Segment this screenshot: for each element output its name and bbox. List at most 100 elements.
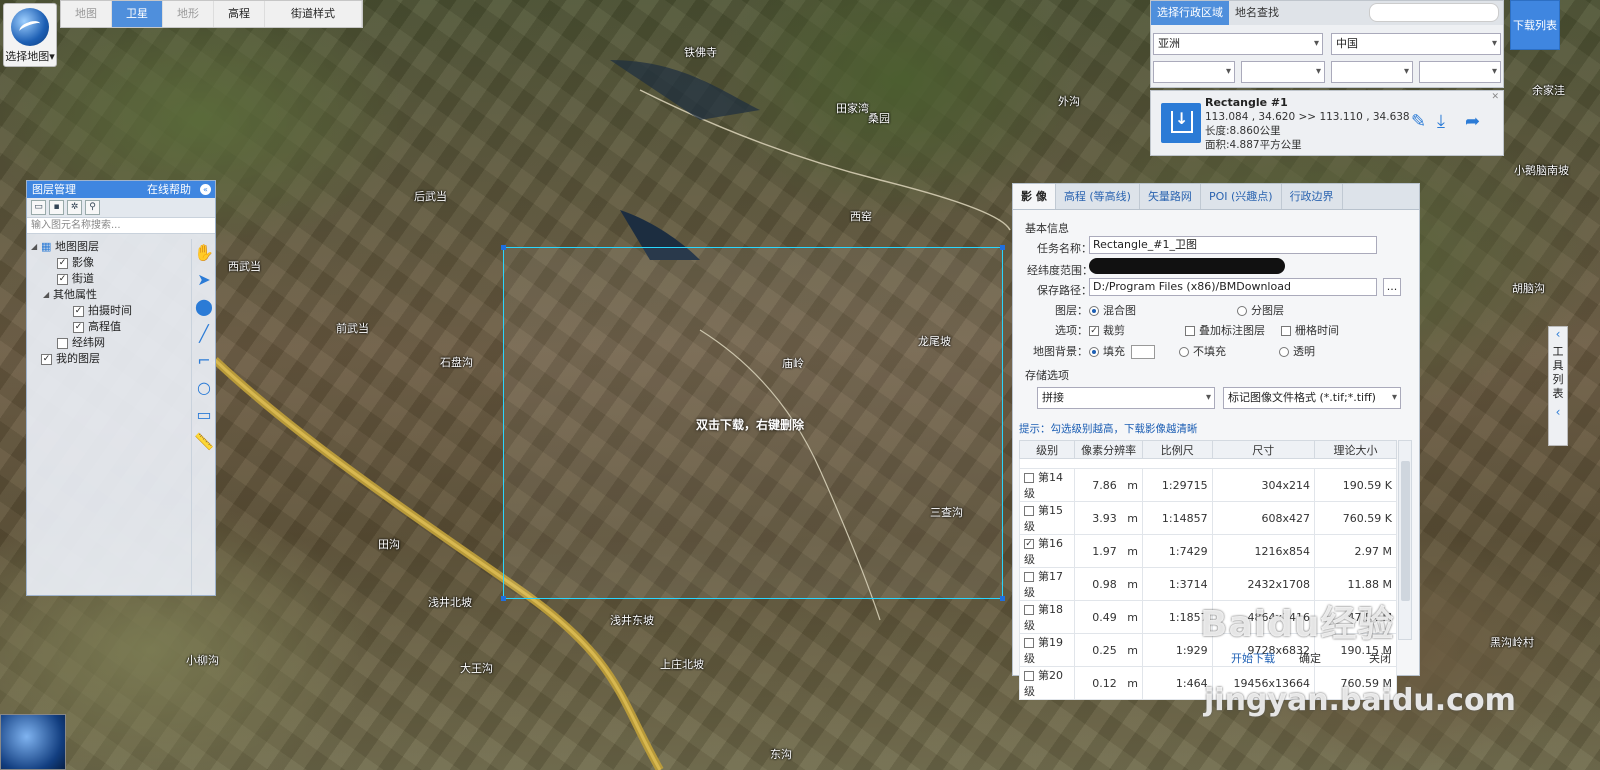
download-icon[interactable] — [1161, 103, 1201, 143]
province-select[interactable] — [1153, 61, 1235, 83]
resolution-unit: m — [1127, 544, 1138, 558]
tree-streets[interactable]: 街道 — [72, 271, 94, 287]
resize-handle[interactable] — [501, 596, 506, 601]
task-name-input[interactable]: Rectangle_#1_卫图 — [1089, 236, 1377, 254]
tab-place-search[interactable]: 地名查找 — [1229, 1, 1285, 25]
hand-icon[interactable]: ✋ — [192, 239, 216, 266]
tree-map-layers[interactable]: 地图图层 — [55, 239, 99, 255]
pointer-icon[interactable]: ➤ — [192, 266, 216, 293]
tree-imagery[interactable]: 影像 — [72, 255, 94, 271]
table-scrollbar[interactable] — [1398, 440, 1412, 640]
town-select[interactable] — [1419, 61, 1501, 83]
resize-handle[interactable] — [501, 245, 506, 250]
checkbox-my-layers[interactable]: ✓ — [41, 353, 52, 365]
start-download-button[interactable]: 开始下载 — [1231, 650, 1275, 666]
tree-elevation[interactable]: 高程值 — [88, 319, 121, 335]
circle-icon[interactable]: ○ — [192, 374, 216, 401]
place-label: 西窑 — [850, 210, 872, 223]
level-checkbox[interactable] — [1024, 671, 1034, 681]
tab-street-style[interactable]: 街道样式 — [265, 1, 362, 27]
checkbox-elevation[interactable]: ✓ — [73, 321, 84, 333]
level-checkbox[interactable] — [1024, 572, 1034, 582]
save-icon[interactable]: ▪ — [49, 200, 64, 215]
tool-list-tab[interactable]: ‹ 工具列表 ‹ — [1548, 326, 1568, 446]
file-format-select[interactable]: 标记图像文件格式 (*.tif;*.tiff) — [1223, 387, 1401, 409]
radio-no-fill[interactable] — [1179, 347, 1189, 357]
line-icon[interactable]: ╱ — [192, 320, 216, 347]
region-panel: 选择行政区域 地名查找 亚洲 中国 — [1150, 0, 1504, 88]
settings-icon[interactable]: ✲ — [67, 200, 82, 215]
tab-road-network[interactable]: 矢量路网 — [1140, 184, 1201, 209]
tab-admin-boundary[interactable]: 行政边界 — [1282, 184, 1343, 209]
radio-mixed[interactable] — [1089, 306, 1099, 316]
ruler-icon[interactable]: 📏 — [192, 428, 216, 455]
tree-graticule[interactable]: 经纬网 — [72, 335, 105, 351]
rectangle-icon[interactable]: ▭ — [192, 401, 216, 428]
radio-split[interactable] — [1237, 306, 1247, 316]
store-mode-select[interactable]: 拼接 — [1037, 387, 1215, 409]
resize-handle[interactable] — [1000, 245, 1005, 250]
collapse-icon[interactable]: « — [200, 184, 211, 195]
place-label: 大王沟 — [460, 662, 493, 675]
checkbox-graticule[interactable] — [57, 337, 68, 349]
country-select[interactable]: 中国 — [1331, 33, 1501, 55]
close-button[interactable]: 关闭 — [1369, 650, 1391, 666]
marker-icon[interactable]: ⬤ — [192, 293, 216, 320]
place-search-input[interactable] — [1369, 3, 1499, 22]
level-checkbox[interactable] — [1024, 605, 1034, 615]
edit-icon[interactable]: ✎ — [1411, 111, 1426, 132]
city-select[interactable] — [1241, 61, 1325, 83]
expand-icon[interactable]: ◢ — [43, 287, 53, 303]
polyline-icon[interactable]: ⌐ — [192, 347, 216, 374]
draw-tools: ✋ ➤ ⬤ ╱ ⌐ ○ ▭ 📏 — [191, 239, 215, 595]
checkbox-overlay[interactable] — [1185, 326, 1195, 336]
checkbox-grid-time[interactable] — [1281, 326, 1291, 336]
checkbox-shot-time[interactable]: ✓ — [73, 305, 84, 317]
tree-shot-time[interactable]: 拍摄时间 — [88, 303, 132, 319]
table-row[interactable]: 第14级 7.86 m 1:29715 304x214 190.59 K — [1018, 468, 1397, 502]
checkbox-imagery[interactable]: ✓ — [57, 257, 68, 269]
table-row[interactable]: ✓ 第16级 1.97 m 1:7429 1216x854 2.97 M — [1018, 534, 1397, 568]
choose-map-button[interactable]: 选择地图▾ — [3, 3, 57, 67]
level-checkbox[interactable] — [1024, 473, 1034, 483]
tab-satellite[interactable]: 卫星 — [112, 1, 163, 27]
level-checkbox[interactable] — [1024, 506, 1034, 516]
fill-color-swatch[interactable] — [1131, 345, 1155, 359]
place-label: 田家湾 — [836, 102, 869, 115]
overview-globe[interactable] — [0, 714, 66, 770]
download-list-button[interactable]: 下载列表 — [1510, 0, 1560, 50]
radio-transparent[interactable] — [1279, 347, 1289, 357]
size-cell: 304x214 — [1211, 468, 1316, 502]
resize-handle[interactable] — [1000, 596, 1005, 601]
county-select[interactable] — [1331, 61, 1413, 83]
layer-search-input[interactable]: 输入图元名称搜索... — [27, 218, 215, 234]
resolution-unit: m — [1127, 511, 1138, 525]
checkbox-streets[interactable]: ✓ — [57, 273, 68, 285]
checkbox-crop[interactable]: ✓ — [1089, 326, 1099, 336]
level-checkbox[interactable]: ✓ — [1024, 539, 1034, 549]
close-icon[interactable]: ✕ — [1491, 92, 1499, 102]
tab-map[interactable]: 地图 — [61, 1, 112, 27]
tab-elevation[interactable]: 高程 — [214, 1, 265, 27]
rect-area: 面积:4.887平方公里 — [1205, 139, 1302, 151]
tab-admin-region[interactable]: 选择行政区域 — [1151, 1, 1229, 25]
tree-my-layers[interactable]: 我的图层 — [56, 351, 100, 367]
expand-icon[interactable]: ◢ — [31, 239, 41, 255]
share-icon[interactable]: ➦ — [1465, 111, 1480, 132]
continent-select[interactable]: 亚洲 — [1153, 33, 1323, 55]
download-arrow-icon[interactable]: ⤓ — [1437, 111, 1445, 132]
online-help-link[interactable]: 在线帮助 — [147, 181, 191, 198]
confirm-button[interactable]: 确定 — [1299, 650, 1321, 666]
browse-button[interactable]: ... — [1383, 278, 1401, 296]
place-label: 外沟 — [1058, 95, 1080, 108]
search-icon[interactable]: ⚲ — [85, 200, 100, 215]
tab-imagery[interactable]: 影 像 — [1013, 184, 1056, 209]
tree-other-attr[interactable]: 其他属性 — [53, 287, 97, 303]
tab-contour[interactable]: 高程 (等高线) — [1056, 184, 1140, 209]
save-path-input[interactable]: D:/Program Files (x86)/BMDownload — [1089, 278, 1377, 296]
tab-poi[interactable]: POI (兴趣点) — [1201, 184, 1282, 209]
table-row[interactable]: 第15级 3.93 m 1:14857 608x427 760.59 K — [1018, 501, 1397, 535]
open-folder-icon[interactable]: ▭ — [31, 200, 46, 215]
radio-fill[interactable] — [1089, 347, 1099, 357]
tab-terrain[interactable]: 地形 — [163, 1, 214, 27]
